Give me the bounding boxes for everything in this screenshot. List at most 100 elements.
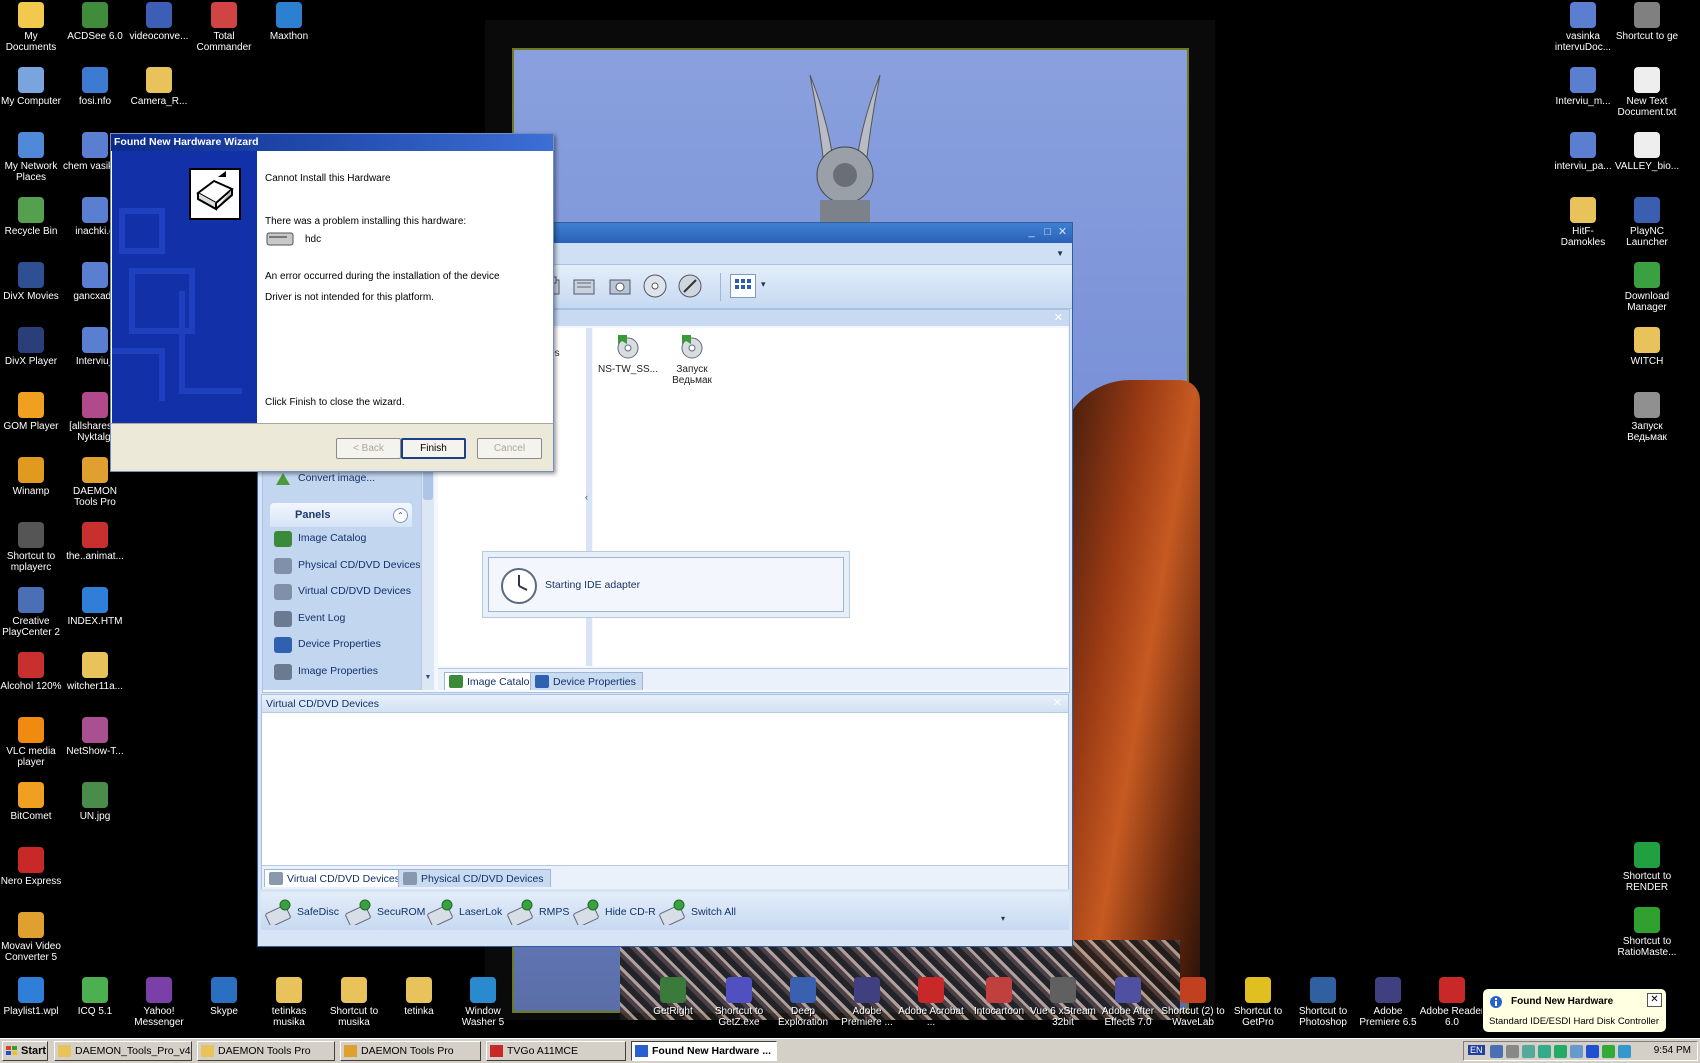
tray-icon[interactable] bbox=[1554, 1045, 1567, 1058]
tab-image-catalog[interactable]: Image Catalog bbox=[444, 672, 543, 690]
desktop-icon[interactable]: UN.jpg bbox=[62, 782, 128, 822]
language-indicator[interactable]: EN bbox=[1468, 1045, 1485, 1055]
desktop-icon[interactable]: fosi.nfo bbox=[62, 67, 128, 107]
tab-physical-devices[interactable]: Physical CD/DVD Devices bbox=[398, 869, 551, 887]
maximize-icon[interactable]: □ bbox=[1041, 226, 1054, 239]
emulation-dropdown-icon[interactable]: ▾ bbox=[1001, 914, 1005, 923]
desktop-icon[interactable]: My Network Places bbox=[0, 132, 64, 183]
desktop-icon[interactable]: Shortcut to GetZ.exe bbox=[706, 977, 772, 1028]
panel-item[interactable]: Device Properties bbox=[270, 634, 412, 656]
catalog-image-item[interactable]: Запуск Ведьмак bbox=[657, 332, 727, 386]
desktop-icon[interactable]: VALLEY_bio... bbox=[1614, 132, 1680, 172]
desktop-icon[interactable]: DivX Player bbox=[0, 327, 64, 367]
desktop-icon[interactable]: Shortcut to RENDER bbox=[1614, 842, 1680, 893]
minimize-icon[interactable]: _ bbox=[1025, 226, 1038, 239]
desktop-icon[interactable]: the..animat... bbox=[62, 522, 128, 562]
tray-icon[interactable] bbox=[1586, 1045, 1599, 1058]
desktop-icon[interactable]: vasinka intervuDoc... bbox=[1550, 2, 1616, 53]
panel-item[interactable]: Physical CD/DVD Devices bbox=[270, 555, 421, 577]
panel-item[interactable]: Event Log bbox=[270, 608, 412, 630]
desktop-icon[interactable]: INDEX.HTM bbox=[62, 587, 128, 627]
desktop-icon[interactable]: VLC media player bbox=[0, 717, 64, 768]
desktop-icon[interactable]: Camera_R... bbox=[126, 67, 192, 107]
panel-item[interactable]: Image Properties bbox=[270, 661, 412, 683]
collapse-icon[interactable]: ⌃ bbox=[393, 508, 408, 523]
desktop-icon[interactable]: videoconve... bbox=[126, 2, 192, 42]
disc-edit-button[interactable] bbox=[676, 272, 704, 300]
desktop-icon[interactable]: NetShow-T... bbox=[62, 717, 128, 757]
panel-item[interactable]: Virtual CD/DVD Devices bbox=[270, 581, 412, 603]
desktop-icon[interactable]: tetinka bbox=[386, 977, 452, 1017]
desktop-icon[interactable]: PlayNC Launcher bbox=[1614, 197, 1680, 248]
notification-balloon[interactable]: Found New Hardware Standard IDE/ESDI Har… bbox=[1482, 988, 1667, 1033]
desktop-icon[interactable]: witcher11a... bbox=[62, 652, 128, 692]
desktop-icon[interactable]: Nero Express bbox=[0, 847, 64, 887]
start-button[interactable]: Start bbox=[2, 1041, 48, 1061]
wizard-titlebar[interactable]: Found New Hardware Wizard bbox=[111, 134, 553, 151]
desktop-icon[interactable]: Запуск Ведьмак bbox=[1614, 392, 1680, 443]
desktop-icon[interactable]: interviu_pa... bbox=[1550, 132, 1616, 172]
tray-icon[interactable] bbox=[1522, 1045, 1535, 1058]
desktop-icon[interactable]: Adobe Acrobat ... bbox=[898, 977, 964, 1028]
back-button[interactable]: < Back bbox=[336, 438, 401, 459]
desktop-icon[interactable]: Adobe Premiere 6.5 bbox=[1355, 977, 1421, 1028]
desktop-icon[interactable]: HitF-Damokles bbox=[1550, 197, 1616, 248]
desktop-icon[interactable]: Playlist1.wpl bbox=[0, 977, 64, 1017]
desktop-icon[interactable]: Winamp bbox=[0, 457, 64, 497]
cancel-button[interactable]: Cancel bbox=[477, 438, 542, 459]
desktop-icon[interactable]: Recycle Bin bbox=[0, 197, 64, 237]
tab-virtual-devices[interactable]: Virtual CD/DVD Devices bbox=[264, 869, 408, 887]
desktop-icon[interactable]: Shortcut to ge bbox=[1614, 2, 1680, 42]
desktop-icon[interactable]: Adobe Reader 6.0 bbox=[1419, 977, 1485, 1028]
desktop-icon[interactable]: Download Manager bbox=[1614, 262, 1680, 313]
desktop-icon[interactable]: ACDSee 6.0 bbox=[62, 2, 128, 42]
tray-icon[interactable] bbox=[1602, 1045, 1615, 1058]
close-icon[interactable]: ✕ bbox=[1056, 226, 1069, 239]
splitter-arrow-icon[interactable]: ‹ bbox=[585, 492, 588, 502]
taskbar-button[interactable]: TVGo A11MCE bbox=[486, 1041, 626, 1061]
desktop-icon[interactable]: GOM Player bbox=[0, 392, 64, 432]
catalog-image-item[interactable]: NS-TW_SS... bbox=[593, 332, 663, 375]
desktop-icon[interactable]: BitComet bbox=[0, 782, 64, 822]
view-dropdown-icon[interactable]: ▾ bbox=[761, 279, 766, 290]
desktop-icon[interactable]: Interviu_m... bbox=[1550, 67, 1616, 107]
close-icon[interactable]: ✕ bbox=[1054, 311, 1063, 324]
desktop-icon[interactable]: New Text Document.txt bbox=[1614, 67, 1680, 118]
taskbar-button[interactable]: DAEMON_Tools_Pro_v4.... bbox=[54, 1041, 192, 1061]
hardware-tray-icon[interactable] bbox=[1490, 1045, 1503, 1058]
close-icon[interactable]: ✕ bbox=[1053, 696, 1062, 709]
desktop-icon[interactable]: Adobe Premiere ... bbox=[834, 977, 900, 1028]
desktop-icon[interactable]: Creative PlayCenter 2 bbox=[0, 587, 64, 638]
desktop-icon[interactable]: My Computer bbox=[0, 67, 64, 107]
desktop-icon[interactable]: My Documents bbox=[0, 2, 64, 53]
desktop-icon[interactable]: Adobe After Effects 7.0 bbox=[1095, 977, 1161, 1028]
desktop-icon[interactable]: Intocartoon bbox=[966, 977, 1032, 1017]
desktop-icon[interactable]: Shortcut (2) to WaveLab bbox=[1160, 977, 1226, 1028]
desktop-icon[interactable]: DivX Movies bbox=[0, 262, 64, 302]
desktop-icon[interactable]: Maxthon bbox=[256, 2, 322, 42]
desktop-icon[interactable]: GetRight bbox=[640, 977, 706, 1017]
desktop-icon[interactable]: Movavi Video Converter 5 bbox=[0, 912, 64, 963]
scroll-down-icon[interactable]: ▼ bbox=[422, 674, 434, 686]
desktop-icon[interactable]: Yahoo! Messenger bbox=[126, 977, 192, 1028]
tray-icon[interactable] bbox=[1570, 1045, 1583, 1058]
desktop-icon[interactable]: Vue 6 xStream 32bit bbox=[1030, 977, 1096, 1028]
menu-chevron-icon[interactable]: ▼ bbox=[1056, 249, 1064, 258]
finish-button[interactable]: Finish bbox=[401, 438, 466, 459]
clock[interactable]: 9:54 PM bbox=[1654, 1045, 1691, 1056]
taskbar-button[interactable]: DAEMON Tools Pro bbox=[340, 1041, 481, 1061]
desktop-icon[interactable]: Shortcut to musika bbox=[321, 977, 387, 1028]
tray-icon[interactable] bbox=[1506, 1045, 1519, 1058]
panel-item[interactable]: Image Catalog bbox=[270, 528, 412, 550]
desktop-icon[interactable]: Deep Exploration bbox=[770, 977, 836, 1028]
taskbar-button[interactable]: Found New Hardware ... bbox=[631, 1041, 777, 1061]
desktop-icon[interactable]: WITCH bbox=[1614, 327, 1680, 367]
desktop-icon[interactable]: Total Commander bbox=[191, 2, 257, 53]
desktop-icon[interactable]: tetinkas musika bbox=[256, 977, 322, 1028]
desktop-icon[interactable]: Window Washer 5 bbox=[450, 977, 516, 1028]
write-image-button[interactable] bbox=[606, 272, 634, 300]
tray-icon[interactable] bbox=[1538, 1045, 1551, 1058]
image-drive-button[interactable] bbox=[570, 272, 598, 300]
desktop-icon[interactable]: Alcohol 120% bbox=[0, 652, 64, 692]
desktop-icon[interactable]: Shortcut to Photoshop bbox=[1290, 977, 1356, 1028]
